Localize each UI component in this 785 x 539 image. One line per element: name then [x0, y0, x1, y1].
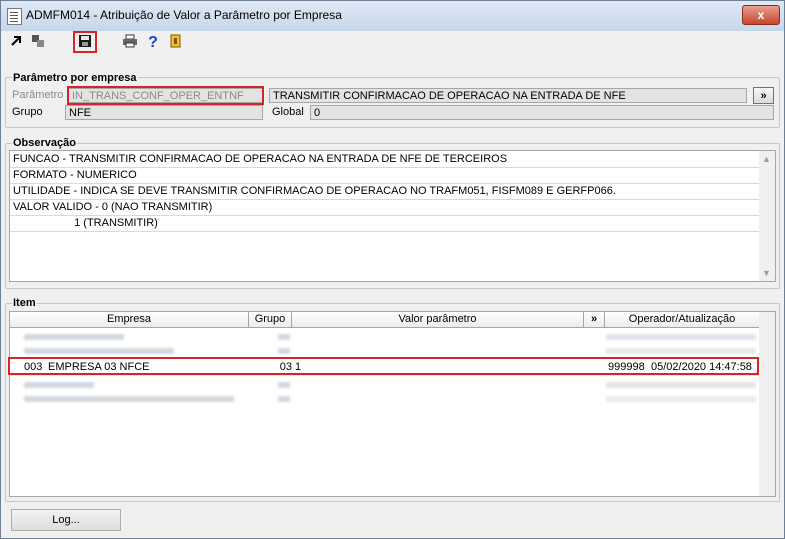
observacao-line: VALOR VALIDO - 0 (NAO TRANSMITIR) — [10, 200, 759, 216]
window-title: ADMFM014 - Atribuição de Valor a Parâmet… — [26, 8, 342, 22]
selected-row-highlight — [8, 357, 759, 375]
toolbar: ? — [1, 31, 784, 57]
column-more-button[interactable]: » — [584, 312, 605, 328]
observacao-line: 1 (TRANSMITIR) — [10, 216, 759, 232]
observacao-line: FORMATO - NUMERICO — [10, 168, 759, 184]
exit-icon[interactable] — [167, 34, 185, 52]
scroll-up-icon[interactable]: ▲ — [762, 154, 771, 164]
item-grid-scrollbar[interactable] — [759, 312, 775, 496]
scroll-down-icon[interactable]: ▼ — [762, 268, 771, 278]
log-button[interactable]: Log... — [11, 509, 121, 531]
close-button[interactable]: x — [742, 5, 780, 25]
main-window: ADMFM014 - Atribuição de Valor a Parâmet… — [0, 0, 785, 539]
parametro-more-button[interactable]: » — [753, 87, 774, 104]
title-bar: ADMFM014 - Atribuição de Valor a Parâmet… — [1, 1, 784, 31]
expand-icon[interactable] — [7, 34, 25, 52]
parametro-label: Parâmetro — [12, 89, 64, 101]
observacao-line: UTILIDADE - INDICA SE DEVE TRANSMITIR CO… — [10, 184, 759, 200]
column-header-grupo[interactable]: Grupo — [249, 312, 292, 328]
restore-icon[interactable] — [29, 34, 47, 52]
print-icon[interactable] — [121, 34, 139, 52]
save-button-highlight — [73, 31, 97, 53]
observacao-section-title: Observação — [12, 137, 77, 149]
column-header-empresa[interactable]: Empresa — [10, 312, 249, 328]
parametro-section-title: Parâmetro por empresa — [12, 72, 138, 84]
observacao-text[interactable]: FUNCAO - TRANSMITIR CONFIRMACAO DE OPERA… — [9, 150, 776, 282]
document-icon — [7, 8, 22, 25]
observacao-line: FUNCAO - TRANSMITIR CONFIRMACAO DE OPERA… — [10, 152, 759, 168]
grupo-label: Grupo — [12, 106, 43, 118]
parametro-description-field: TRANSMITIR CONFIRMACAO DE OPERACAO NA EN… — [269, 88, 747, 103]
help-icon[interactable]: ? — [144, 34, 162, 52]
table-row[interactable] — [10, 391, 760, 407]
observacao-scrollbar[interactable]: ▲ ▼ — [759, 151, 775, 281]
global-label: Global — [272, 106, 304, 118]
column-header-operador[interactable]: Operador/Atualização — [605, 312, 760, 328]
global-field: 0 — [310, 105, 774, 120]
item-grid[interactable]: Empresa Grupo Valor parâmetro » Operador… — [9, 311, 776, 497]
parametro-field-highlight — [67, 86, 264, 105]
item-section-title: Item — [12, 297, 37, 309]
grupo-field: NFE — [65, 105, 263, 120]
column-header-valor[interactable]: Valor parâmetro — [292, 312, 584, 328]
